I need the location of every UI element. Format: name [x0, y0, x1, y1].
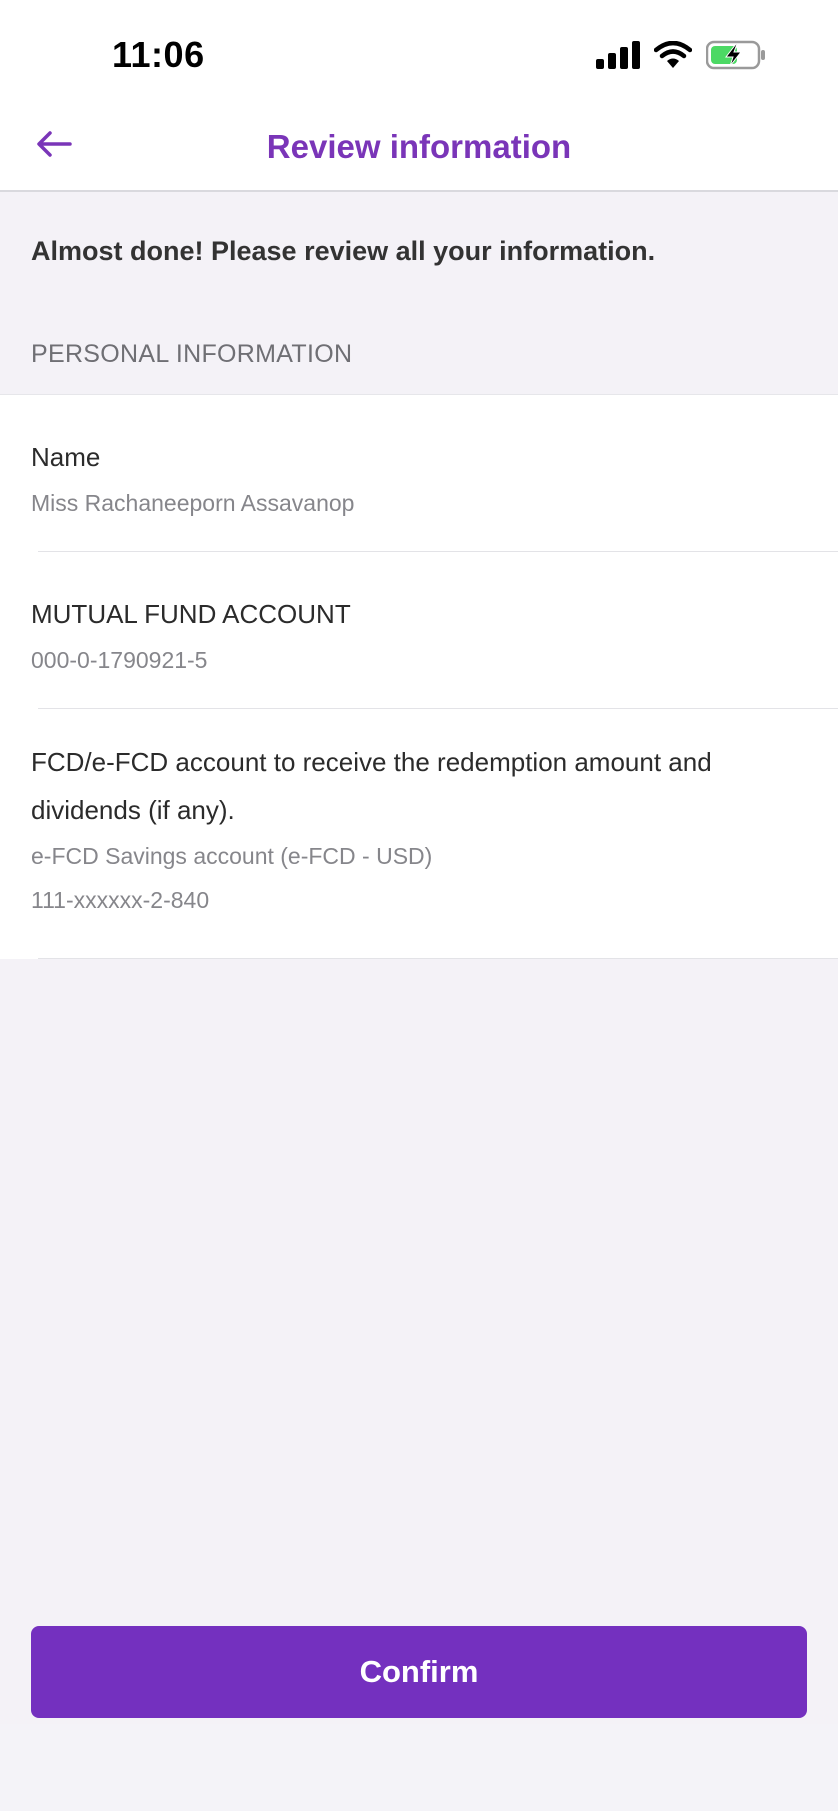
nav-bar: Review information — [0, 100, 838, 192]
signal-icon — [596, 41, 640, 74]
status-bar: 11:06 — [0, 0, 838, 100]
confirm-button[interactable]: Confirm — [31, 1626, 807, 1718]
row-value: e-FCD Savings account (e-FCD - USD) — [31, 843, 433, 869]
wifi-icon — [653, 40, 693, 74]
status-icons — [596, 40, 766, 75]
info-row-name: Name Miss Rachaneeporn Assavanop — [0, 395, 838, 552]
row-value: Miss Rachaneeporn Assavanop — [31, 490, 355, 516]
divider — [38, 958, 838, 959]
row-label: Name — [31, 442, 101, 472]
bottom-safe-area — [0, 1724, 838, 1811]
row-label: FCD/e-FCD account to receive the redempt… — [31, 747, 712, 825]
row-value: 111-xxxxxx-2-840 — [31, 887, 210, 913]
page-title: Review information — [266, 128, 572, 165]
row-label: MUTUAL FUND ACCOUNT — [31, 599, 351, 629]
info-row-fcd-account: FCD/e-FCD account to receive the redempt… — [0, 709, 838, 959]
info-row-mutual-fund-account: MUTUAL FUND ACCOUNT 000-0-1790921-5 — [0, 552, 838, 709]
personal-info-card: Name Miss Rachaneeporn Assavanop MUTUAL … — [0, 394, 838, 959]
status-time: 11:06 — [112, 34, 205, 75]
intro-text: Almost done! Please review all your info… — [31, 236, 656, 266]
section-header: PERSONAL INFORMATION — [31, 340, 353, 368]
battery-charging-icon — [705, 40, 766, 75]
row-value: 000-0-1790921-5 — [31, 647, 208, 673]
